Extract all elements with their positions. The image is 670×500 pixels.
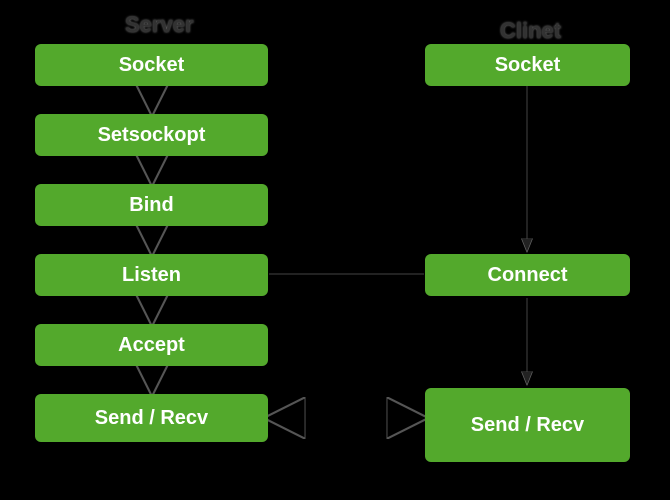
server-step-setsockopt: Setsockopt	[35, 114, 268, 156]
client-column-title: Clinet	[500, 18, 561, 44]
server-step-listen: Listen	[35, 254, 268, 296]
client-step-sendrecv: Send / Recv	[425, 388, 630, 462]
server-column-title: Server	[125, 12, 194, 38]
server-step-bind: Bind	[35, 184, 268, 226]
server-step-accept: Accept	[35, 324, 268, 366]
server-step-socket: Socket	[35, 44, 268, 86]
client-step-socket: Socket	[425, 44, 630, 86]
client-step-connect: Connect	[425, 254, 630, 296]
server-step-sendrecv: Send / Recv	[35, 394, 268, 442]
